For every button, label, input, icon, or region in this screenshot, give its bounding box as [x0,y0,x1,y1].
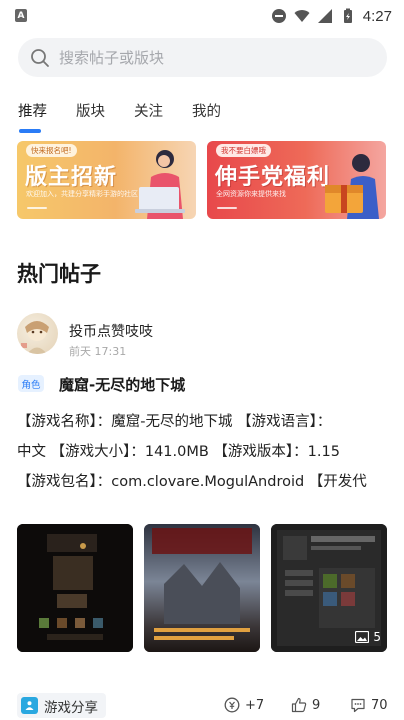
banner-subtitle: 欢迎加入，共建分享精彩手游的社区 [26,190,138,198]
post-body-line: 中文 【游戏大小】：141.0MB 【游戏版本】：1.15 [17,444,340,460]
banner-tag: 我不要白嫖哦 [216,144,271,157]
category-badge: 角色 [18,375,44,392]
like-count: 9 [312,697,321,713]
board-tag-label: 游戏分享 [44,699,98,716]
coin-count: +7 [245,697,265,713]
banner-indicator [27,207,47,209]
game-share-icon [21,697,38,714]
person-with-laptop-illustration [135,150,185,219]
post-body-line: 【游戏包名】：com.clovare.MogulAndroid 【开发代 [17,474,367,490]
tab-label: 推荐 [18,104,47,120]
author-name[interactable]: 投币点赞吱吱 [69,321,153,341]
tab-indicator [19,129,41,133]
status-bar: A 4:27 [0,0,404,32]
post-image-1[interactable] [17,524,133,652]
battery-icon [343,8,352,23]
tab-label: 版块 [76,104,105,120]
search-icon [31,48,49,67]
banner-indicator [217,207,237,209]
gift-box-illustration [325,154,379,219]
gallery-icon [355,631,370,643]
like-button[interactable]: 9 [291,697,320,713]
notification-icon: A [15,9,27,22]
coin-button[interactable]: +7 [224,697,264,713]
tab-mine[interactable]: 我的 [192,100,221,136]
tab-label: 关注 [134,104,163,120]
avatar[interactable] [17,313,58,354]
banner-freebie[interactable]: 我不要白嫖哦 伸手党福利 全网资源你来提供来找 [207,141,386,219]
tab-recommend[interactable]: 推荐 [18,100,47,136]
thumbs-up-icon [291,697,307,713]
banner-title: 伸手党福利 [215,165,331,190]
banner-moderator-recruit[interactable]: 快来报名吧! 版主招新 欢迎加入，共建分享精彩手游的社区 [17,141,196,219]
search-input[interactable]: 搜索帖子或版块 [18,38,387,77]
post-body[interactable]: 【游戏名称】：魔窟-无尽的地下城 【游戏语言】： 中文 【游戏大小】：141.0… [17,407,389,497]
comment-count: 70 [371,697,388,713]
signal-icon [317,9,332,23]
game-screenshot-dungeon [17,524,133,652]
do-not-disturb-icon [271,9,286,23]
post-title[interactable]: 魔窟-无尽的地下城 [59,374,185,395]
post-body-line: 【游戏名称】：魔窟-无尽的地下城 【游戏语言】： [17,414,332,430]
coin-icon [224,697,240,713]
comment-icon [351,698,365,713]
clock: 4:27 [362,7,392,25]
comment-button[interactable]: 70 [350,697,388,713]
banner-title: 版主招新 [25,165,118,190]
wifi-icon [294,10,310,22]
tab-boards[interactable]: 版块 [76,100,105,136]
board-tag[interactable]: 游戏分享 [17,693,106,718]
post-image-3[interactable]: 5 [271,524,387,652]
avatar-illustration [21,321,49,354]
game-screenshot-title [144,524,260,652]
tab-bar: 推荐 版块 关注 我的 [18,100,250,136]
post-image-2[interactable] [144,524,260,652]
banner-subtitle: 全网资源你来提供来找 [216,190,286,198]
tab-following[interactable]: 关注 [134,100,163,136]
section-title: 热门帖子 [17,262,101,286]
image-count-value: 5 [373,630,381,644]
tab-label: 我的 [192,104,221,120]
search-placeholder: 搜索帖子或版块 [59,49,165,67]
post-footer: 游戏分享 +7 9 70 [0,688,404,720]
banner-tag: 快来报名吧! [26,144,77,157]
post-time: 前天 17:31 [69,345,127,358]
image-count: 5 [355,630,381,644]
